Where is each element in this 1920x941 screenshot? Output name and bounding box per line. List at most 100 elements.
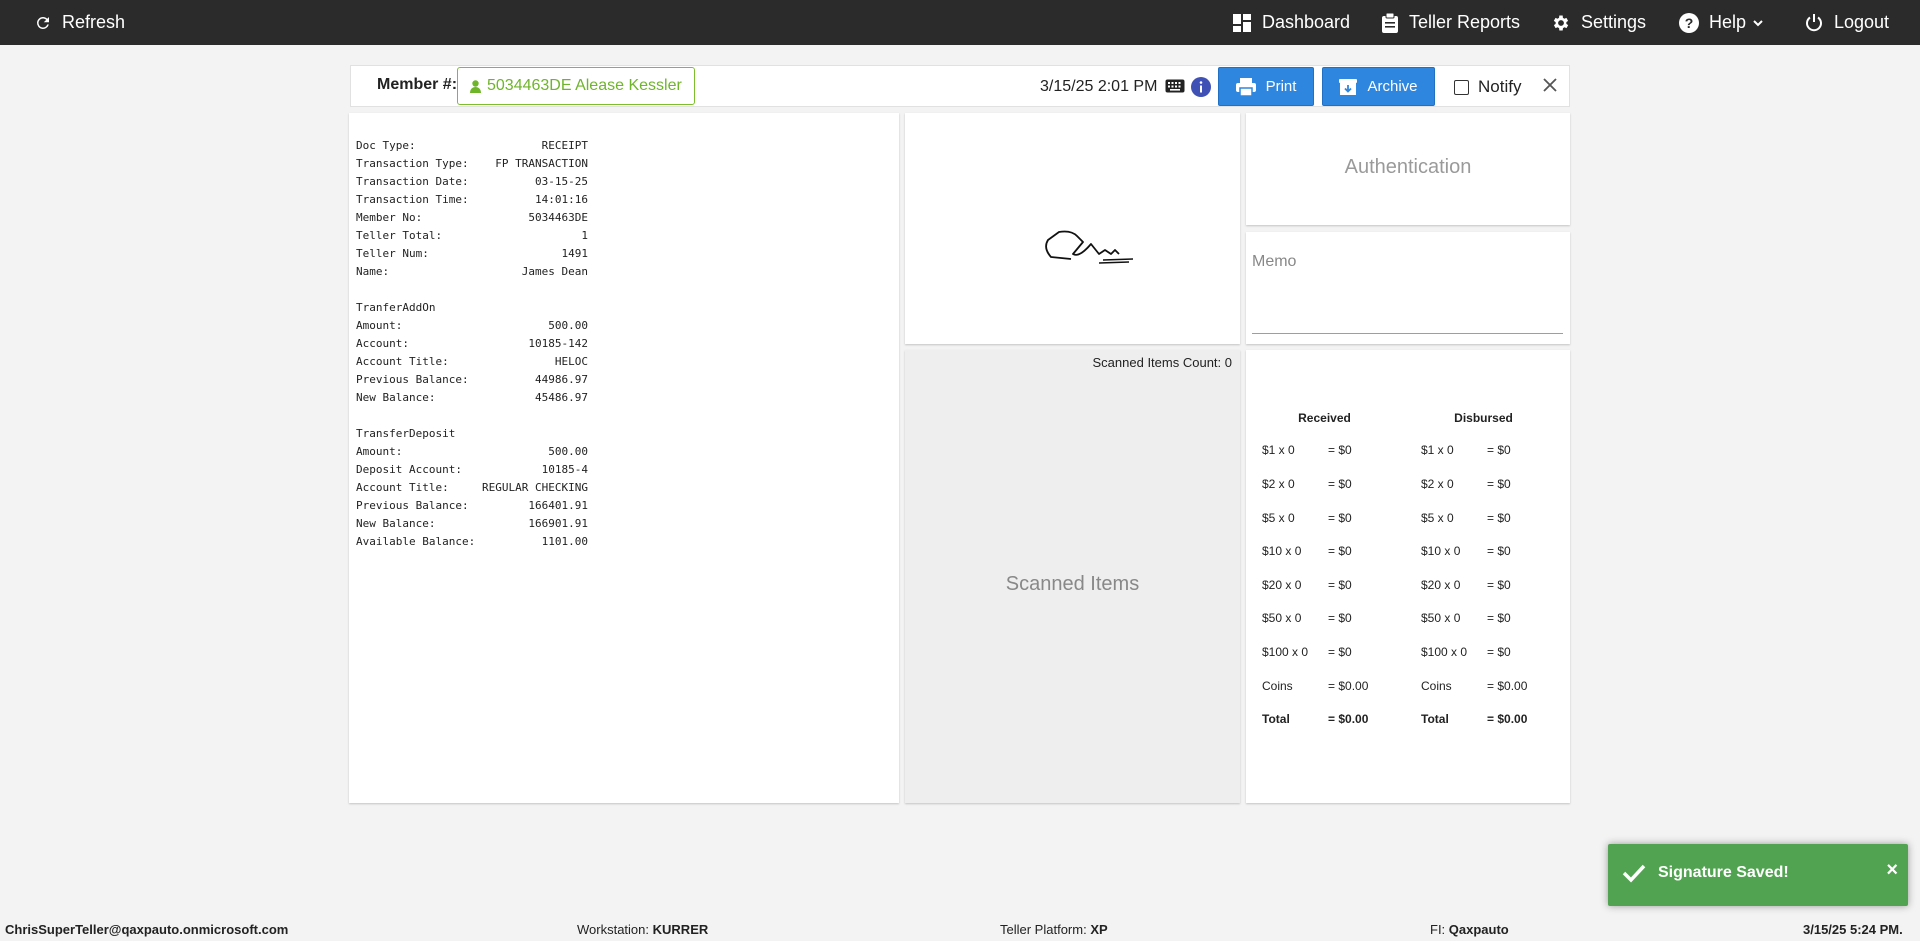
cash-denomination: $100 x 0 bbox=[1421, 645, 1468, 659]
question-circle-icon: ? bbox=[1679, 12, 1699, 33]
disbursed-cash-row: $100 x 0 = $0 bbox=[1421, 645, 1561, 661]
memo-field[interactable]: Memo bbox=[1252, 253, 1296, 271]
receipt-field-label: Name: bbox=[356, 265, 390, 278]
receipt-line: Teller Total: 1 bbox=[356, 227, 588, 245]
cash-denomination: $20 x 0 bbox=[1421, 578, 1461, 592]
memo-panel: Memo bbox=[1246, 232, 1570, 344]
scanned-items-panel: Scanned Items Count: 0 Scanned Items bbox=[905, 350, 1240, 803]
clipboard-icon bbox=[1382, 12, 1398, 33]
scanned-items-title: Scanned Items bbox=[1005, 573, 1140, 595]
received-cash-row: $10 x 0 = $0 bbox=[1262, 544, 1402, 560]
cash-denomination: $2 x 0 bbox=[1262, 477, 1295, 491]
cash-denomination: Coins bbox=[1262, 679, 1293, 693]
info-icon[interactable] bbox=[1191, 77, 1211, 102]
footer-fi: FI: Qaxpauto bbox=[1430, 922, 1509, 937]
receipt-field-value: 10185-4 bbox=[541, 463, 588, 476]
receipt-field-label: Amount: bbox=[356, 319, 403, 332]
receipt-field-value: 1491 bbox=[561, 247, 589, 260]
toast-close-button[interactable]: × bbox=[1886, 859, 1898, 882]
authentication-panel[interactable]: Authentication bbox=[1246, 113, 1570, 225]
disbursed-cash-row: $5 x 0 = $0 bbox=[1421, 511, 1561, 527]
svg-text:?: ? bbox=[1685, 15, 1694, 31]
receipt-line: Previous Balance: 166401.91 bbox=[356, 497, 588, 515]
receipt-line: Previous Balance: 44986.97 bbox=[356, 371, 588, 389]
notify-checkbox[interactable]: Notify bbox=[1454, 77, 1521, 97]
received-cash-row: Coins = $0.00 bbox=[1262, 679, 1402, 695]
refresh-button[interactable]: Refresh bbox=[34, 0, 125, 45]
print-button[interactable]: Print bbox=[1218, 67, 1314, 106]
receipt-field-value: 166401.91 bbox=[528, 499, 588, 512]
cash-denomination: $5 x 0 bbox=[1262, 511, 1295, 525]
receipt-field-value: 10185-142 bbox=[528, 337, 588, 350]
close-icon[interactable] bbox=[1541, 76, 1559, 99]
dashboard-label: Dashboard bbox=[1262, 12, 1351, 32]
signature-panel[interactable] bbox=[905, 113, 1240, 344]
receipt-line: Member No: 5034463DE bbox=[356, 209, 588, 227]
footer-workstation: Workstation: KURRER bbox=[577, 922, 709, 937]
signature-saved-toast[interactable]: Signature Saved! × bbox=[1608, 844, 1908, 906]
member-header: Member #: 5034463DE Alease Kessler 3/15/… bbox=[350, 65, 1570, 107]
footer-datetime: 3/15/25 5:24 PM. bbox=[1803, 922, 1903, 937]
receipt-field-label: Account: bbox=[356, 337, 409, 350]
keyboard-icon[interactable] bbox=[1165, 78, 1185, 99]
archive-button[interactable]: Archive bbox=[1322, 67, 1435, 106]
receipt-line: Transaction Time: 14:01:16 bbox=[356, 191, 588, 209]
cash-amount: = $0 bbox=[1487, 544, 1511, 558]
cash-amount: = $0 bbox=[1487, 611, 1511, 625]
settings-link[interactable]: Settings bbox=[1551, 0, 1646, 45]
authentication-title: Authentication bbox=[1344, 156, 1472, 178]
receipt-line: Account Title: REGULAR CHECKING bbox=[356, 479, 588, 497]
received-cash-row: $2 x 0 = $0 bbox=[1262, 477, 1402, 493]
receipt-line: Transaction Type: FP TRANSACTION bbox=[356, 155, 588, 173]
receipt-field-label: Available Balance: bbox=[356, 535, 476, 548]
receipt-line: Account Title: HELOC bbox=[356, 353, 588, 371]
logout-link[interactable]: Logout bbox=[1804, 0, 1889, 45]
receipt-field-label: Deposit Account: bbox=[356, 463, 462, 476]
teller-reports-link[interactable]: Teller Reports bbox=[1381, 0, 1520, 45]
receipt-field-value: 166901.91 bbox=[528, 517, 588, 530]
notify-checkbox-box[interactable] bbox=[1454, 79, 1469, 95]
member-label: Member #: bbox=[377, 76, 458, 93]
disbursed-cash-row: $2 x 0 = $0 bbox=[1421, 477, 1561, 493]
memo-underline bbox=[1252, 333, 1563, 334]
dashboard-link[interactable]: Dashboard bbox=[1232, 0, 1350, 45]
disbursed-cash-row: $1 x 0 = $0 bbox=[1421, 443, 1561, 459]
cash-amount: = $0 bbox=[1328, 578, 1352, 592]
signature-image bbox=[1045, 230, 1134, 264]
received-cash-row: $1 x 0 = $0 bbox=[1262, 443, 1402, 459]
receipt-line: Teller Num: 1491 bbox=[356, 245, 588, 263]
cash-amount: = $0 bbox=[1487, 477, 1511, 491]
receipt-field-label: New Balance: bbox=[356, 391, 436, 404]
cash-denomination: $1 x 0 bbox=[1421, 443, 1454, 457]
member-chip[interactable]: 5034463DE Alease Kessler bbox=[457, 67, 695, 105]
receipt-field-value: REGULAR CHECKING bbox=[482, 481, 588, 494]
cash-amount: = $0 bbox=[1328, 645, 1352, 659]
cash-denomination: $20 x 0 bbox=[1262, 578, 1302, 592]
power-icon bbox=[1806, 13, 1822, 31]
cash-denomination: $10 x 0 bbox=[1262, 544, 1302, 558]
receipt-field-label: Doc Type: bbox=[356, 139, 416, 152]
help-label: Help bbox=[1709, 12, 1747, 32]
receipt-line: Available Balance: 1101.00 bbox=[356, 533, 588, 551]
print-label: Print bbox=[1265, 78, 1297, 95]
disbursed-cash-row: Total = $0.00 bbox=[1421, 712, 1561, 728]
receipt-panel: Doc Type: RECEIPT Transaction Type: FP TRAN… bbox=[349, 113, 899, 803]
scanned-items-count: Scanned Items Count: 0 bbox=[1092, 355, 1232, 370]
receipt-line: Transaction Date: 03-15-25 bbox=[356, 173, 588, 191]
receipt-field-value: 500.00 bbox=[548, 319, 588, 332]
help-menu[interactable]: ? Help bbox=[1679, 0, 1764, 45]
receipt-field-label: Teller Num: bbox=[356, 247, 429, 260]
received-header: Received bbox=[1298, 411, 1351, 425]
receipt-section-title: TranferAddOn bbox=[356, 301, 436, 314]
cash-denomination: $50 x 0 bbox=[1421, 611, 1461, 625]
receipt-field-label: Account Title: bbox=[356, 355, 449, 368]
disbursed-cash-row: $10 x 0 = $0 bbox=[1421, 544, 1561, 560]
cash-amount: = $0.00 bbox=[1487, 679, 1528, 693]
disbursed-cash-row: $50 x 0 = $0 bbox=[1421, 611, 1561, 627]
receipt-field-value: 500.00 bbox=[548, 445, 588, 458]
logout-label: Logout bbox=[1834, 12, 1890, 32]
cash-amount: = $0.00 bbox=[1328, 712, 1369, 726]
toast-message: Signature Saved! bbox=[1658, 864, 1789, 881]
cash-denomination: Total bbox=[1421, 712, 1449, 726]
refresh-icon bbox=[37, 16, 49, 29]
